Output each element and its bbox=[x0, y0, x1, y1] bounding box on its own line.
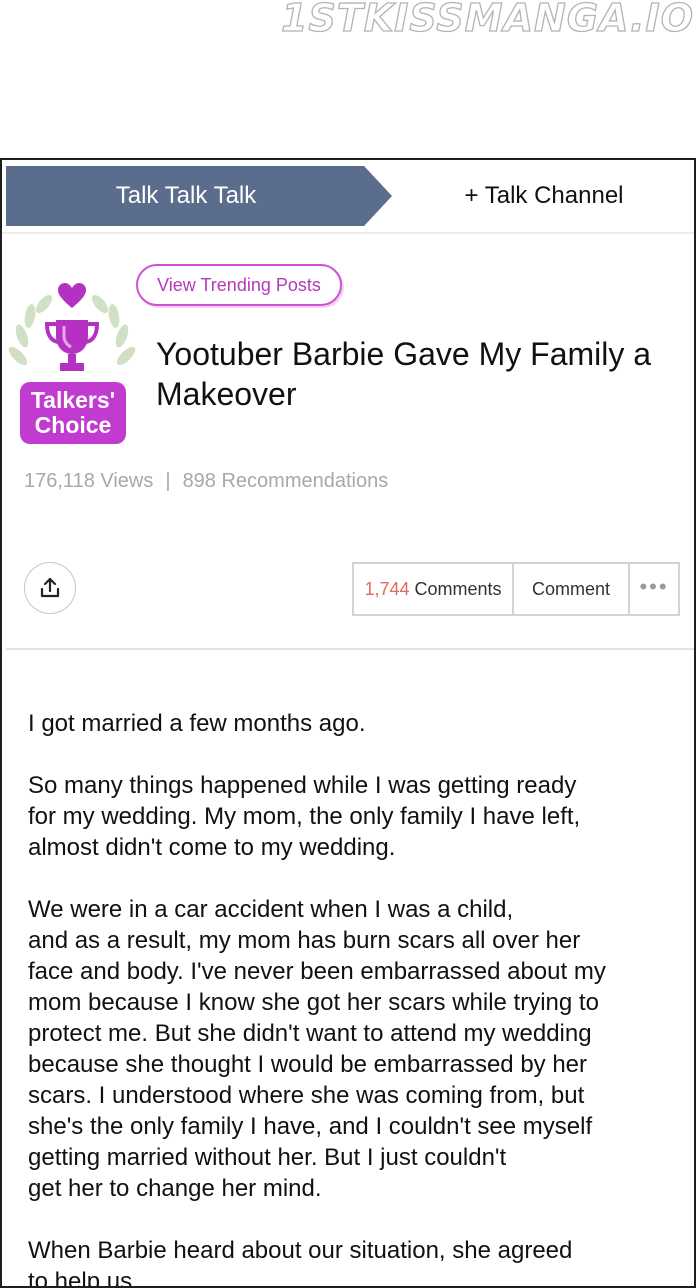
paragraph-2: So many things happened while I was gett… bbox=[28, 772, 581, 861]
stats-separator: | bbox=[165, 470, 171, 492]
talkers-choice-label: Talkers' Choice bbox=[20, 382, 126, 444]
divider bbox=[6, 648, 694, 650]
talkers-choice-badge: Talkers' Choice bbox=[8, 276, 136, 446]
share-icon bbox=[40, 577, 60, 598]
post-stats: 176,118 Views | 898 Recommendations bbox=[24, 470, 388, 493]
paragraph-1: I got married a few months ago. bbox=[28, 710, 366, 737]
watermark: 1STKISSMANGA.IO bbox=[280, 0, 694, 41]
tab-talk-talk-talk[interactable]: Talk Talk Talk bbox=[6, 166, 392, 226]
comments-label: Comments bbox=[414, 578, 502, 599]
paragraph-3: We were in a car accident when I was a c… bbox=[28, 896, 606, 1202]
post-actions: 1,744 Comments Comment ••• bbox=[352, 562, 680, 616]
views-count: 176,118 Views bbox=[24, 470, 154, 492]
share-button[interactable] bbox=[24, 562, 76, 614]
comment-button[interactable]: Comment bbox=[514, 564, 630, 614]
comments-link[interactable]: 1,744 Comments bbox=[354, 564, 514, 614]
post-body: I got married a few months ago. So many … bbox=[28, 708, 668, 1288]
heart-icon bbox=[58, 283, 86, 308]
app-frame: Talk Talk Talk + Talk Channel View Trend… bbox=[0, 158, 696, 1288]
trophy-icon bbox=[44, 320, 100, 371]
more-options-button[interactable]: ••• bbox=[630, 564, 678, 614]
paragraph-4: When Barbie heard about our situation, s… bbox=[28, 1237, 573, 1288]
badge-line-1: Talkers' bbox=[30, 387, 116, 413]
post-title: Yootuber Barbie Gave My Family a Makeove… bbox=[156, 336, 652, 412]
tab-bar: Talk Talk Talk + Talk Channel bbox=[2, 160, 694, 234]
tab-talk-channel[interactable]: + Talk Channel bbox=[394, 166, 694, 226]
recommendations-count: 898 Recommendations bbox=[182, 470, 389, 492]
comments-count: 1,744 bbox=[364, 578, 410, 599]
badge-line-2: Choice bbox=[34, 412, 112, 438]
view-trending-posts-button[interactable]: View Trending Posts bbox=[136, 264, 342, 306]
